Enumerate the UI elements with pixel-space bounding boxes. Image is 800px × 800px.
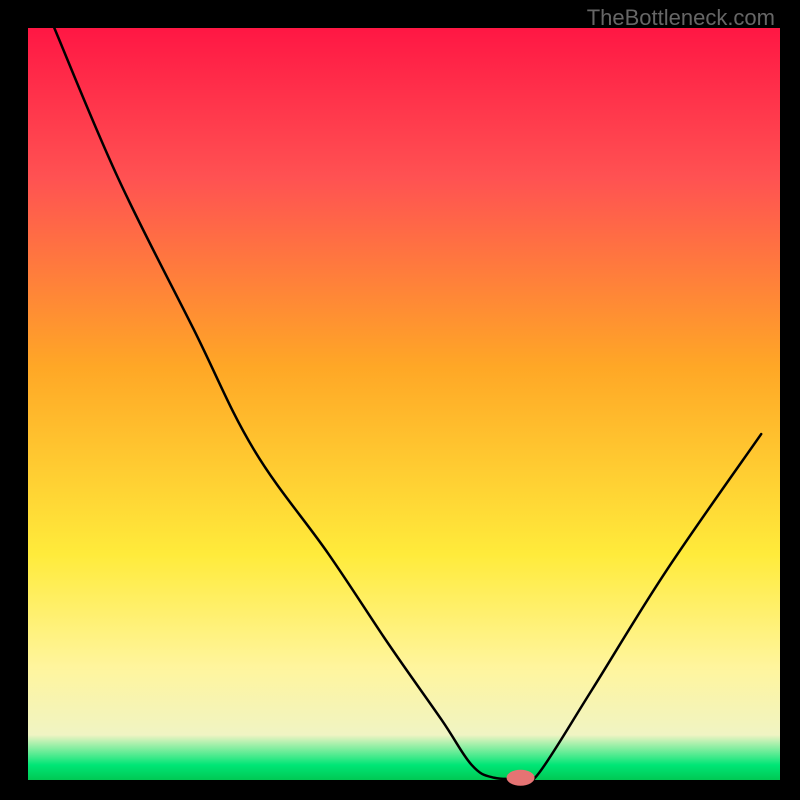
optimal-marker (507, 770, 535, 786)
frame-right (780, 0, 800, 800)
chart-canvas (0, 0, 800, 800)
frame-left (0, 0, 28, 800)
attribution-label: TheBottleneck.com (587, 5, 775, 31)
bottleneck-chart: TheBottleneck.com (0, 0, 800, 800)
frame-bottom (0, 780, 800, 800)
